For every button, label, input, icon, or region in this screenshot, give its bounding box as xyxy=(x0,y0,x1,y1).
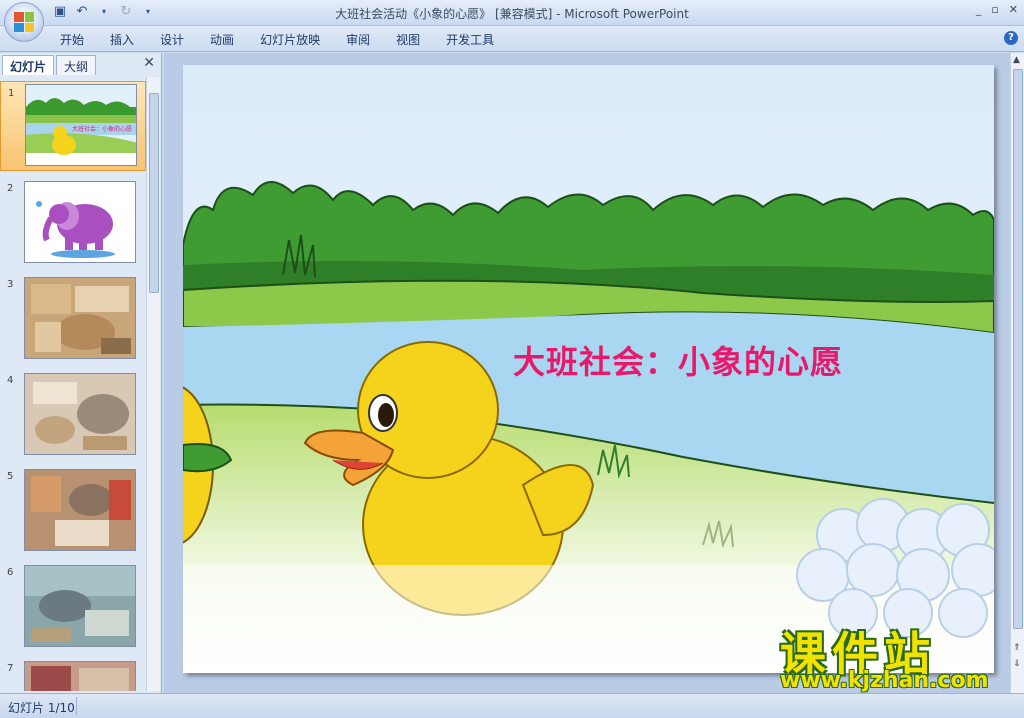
window-title: 大班社会活动《小象的心愿》 [兼容模式] - Microsoft PowerPo… xyxy=(335,7,689,21)
slide-thumbnail[interactable]: 1 大班社会：小象的心愿 xyxy=(0,81,146,171)
slide-thumbnail[interactable]: 6 xyxy=(0,561,146,651)
slide-title[interactable]: 大班社会：小象的心愿 xyxy=(513,337,843,383)
tab-outline[interactable]: 大纲 xyxy=(56,55,97,75)
slide-preview xyxy=(24,661,136,691)
slide-thumbnail[interactable]: 7 xyxy=(0,657,146,691)
slide-number: 5 xyxy=(7,471,14,482)
close-icon[interactable]: ✕ xyxy=(143,55,155,71)
help-icon[interactable]: ? xyxy=(1004,31,1018,45)
slide-number: 2 xyxy=(7,183,14,194)
status-bar: 幻灯片 1/10 xyxy=(0,693,1024,718)
watermark-url: www.kjzhan.com xyxy=(780,668,989,693)
slide-number: 3 xyxy=(7,279,14,290)
slide-number: 6 xyxy=(7,567,14,578)
ribbon-tab-bar: 开始 插入 设计 动画 幻灯片放映 审阅 视图 开发工具 ? xyxy=(0,26,1024,52)
slide-number: 4 xyxy=(7,375,14,386)
tab-view[interactable]: 视图 xyxy=(396,31,420,48)
slide-number: 1 xyxy=(8,88,15,99)
tab-design[interactable]: 设计 xyxy=(160,31,184,48)
tab-slideshow[interactable]: 幻灯片放映 xyxy=(260,31,320,48)
slide-indicator: 幻灯片 1/10 xyxy=(8,701,75,715)
window-controls: _ ▫ ✕ xyxy=(976,3,1018,16)
svg-text:大班社会：小象的心愿: 大班社会：小象的心愿 xyxy=(72,125,132,133)
restore-button[interactable]: ▫ xyxy=(991,3,998,16)
slide-thumbnail[interactable]: 2 xyxy=(0,177,146,267)
slide-scrollbar[interactable]: ▲ ⇑ ⇓ xyxy=(1010,53,1024,693)
scroll-up-icon[interactable]: ▲ xyxy=(1013,55,1020,65)
previous-slide-icon[interactable]: ⇑ xyxy=(1013,643,1021,653)
slide-thumbnail[interactable]: 5 xyxy=(0,465,146,555)
slide-preview xyxy=(24,277,136,359)
status-divider xyxy=(76,697,77,715)
office-button[interactable] xyxy=(4,2,44,42)
tab-insert[interactable]: 插入 xyxy=(110,31,134,48)
slide-preview: 大班社会：小象的心愿 xyxy=(25,84,137,166)
next-slide-icon[interactable]: ⇓ xyxy=(1013,659,1021,669)
slide-thumbnail-list: 1 大班社会：小象的心愿 2 3 4 5 6 7 xyxy=(0,77,146,691)
title-bar: ▣ ↶ ▾ ↻ ▾ 大班社会活动《小象的心愿》 [兼容模式] - Microso… xyxy=(0,0,1024,42)
thumbnail-scrollbar[interactable] xyxy=(146,77,160,691)
slide-thumbnail[interactable]: 4 xyxy=(0,369,146,459)
slide-thumbnail[interactable]: 3 xyxy=(0,273,146,363)
tab-slides[interactable]: 幻灯片 xyxy=(2,55,55,75)
tab-developer[interactable]: 开发工具 xyxy=(446,31,494,48)
office-logo-icon xyxy=(14,12,34,32)
slide-preview xyxy=(24,469,136,551)
slide-preview xyxy=(24,373,136,455)
scrollbar-thumb[interactable] xyxy=(1013,69,1023,629)
slides-panel: 幻灯片 大纲 ✕ 1 大班社会：小象的心愿 2 3 4 5 6 7 xyxy=(0,53,162,693)
slide-preview xyxy=(24,181,136,263)
current-slide[interactable]: 大班社会：小象的心愿 xyxy=(183,65,994,673)
slide-number: 7 xyxy=(7,663,14,674)
close-button[interactable]: ✕ xyxy=(1009,3,1018,16)
minimize-button[interactable]: _ xyxy=(976,3,982,16)
tab-home[interactable]: 开始 xyxy=(60,31,84,48)
scrollbar-thumb[interactable] xyxy=(149,93,159,293)
tab-animations[interactable]: 动画 xyxy=(210,31,234,48)
slide-editor: 大班社会：小象的心愿 xyxy=(164,53,1010,693)
slide-preview xyxy=(24,565,136,647)
tab-review[interactable]: 审阅 xyxy=(346,31,370,48)
